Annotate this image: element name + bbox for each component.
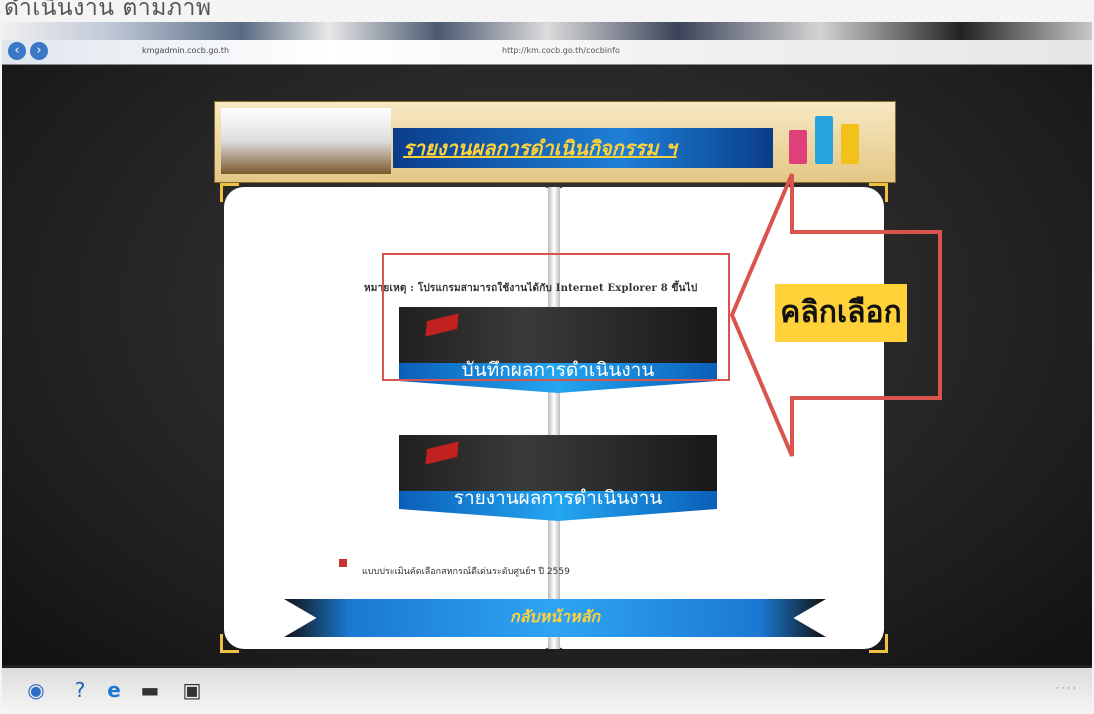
report-results-button[interactable]: รายงานผลการดำเนินงาน xyxy=(399,435,717,539)
back-home-label[interactable]: กลับหน้าหลัก xyxy=(284,605,826,630)
start-orb-icon[interactable]: ◉ xyxy=(22,676,50,704)
screen: ‹ › kmgadmin.cocb.go.th http://km.cocb.g… xyxy=(2,22,1092,712)
url-text[interactable]: kmgadmin.cocb.go.th xyxy=(142,46,229,55)
cup-yellow xyxy=(841,124,859,164)
corner-ornament xyxy=(869,634,888,653)
taskbar: ◉ ? e ▬ ▣ · · · · xyxy=(2,668,1092,712)
back-icon[interactable]: ‹ xyxy=(8,42,26,60)
bullet-icon xyxy=(339,559,347,567)
system-tray: · · · · xyxy=(1055,684,1076,694)
highlight-box xyxy=(382,253,730,381)
cup-pink xyxy=(789,130,807,164)
window-titlebar xyxy=(2,22,1092,40)
help-icon[interactable]: ? xyxy=(66,676,94,704)
header-banner: รายงานผลการดำเนินกิจกรรม ฯ xyxy=(214,101,896,183)
ie-icon[interactable]: e xyxy=(100,676,128,704)
forward-icon[interactable]: › xyxy=(30,42,48,60)
corner-ornament xyxy=(220,183,239,202)
banner-title: รายงานผลการดำเนินกิจกรรม ฯ xyxy=(403,136,677,160)
stationery-cups-image xyxy=(775,108,887,174)
corner-ornament xyxy=(220,634,239,653)
media-icon[interactable]: ▣ xyxy=(178,676,206,704)
cup-blue xyxy=(815,116,833,164)
browser-tab[interactable]: http://km.cocb.go.th/cocbinfo xyxy=(502,46,620,55)
address-bar[interactable]: ‹ › kmgadmin.cocb.go.th http://km.cocb.g… xyxy=(2,40,1092,65)
report-results-label: รายงานผลการดำเนินงาน xyxy=(453,487,663,509)
folder-icon[interactable]: ▬ xyxy=(136,676,164,704)
evaluation-link[interactable]: แบบประเมินคัดเลือกสหกรณ์ดีเด่นระดับศูนย์… xyxy=(362,564,570,578)
click-select-callout: คลิกเลือก xyxy=(775,284,907,342)
office-people-image xyxy=(221,108,391,174)
